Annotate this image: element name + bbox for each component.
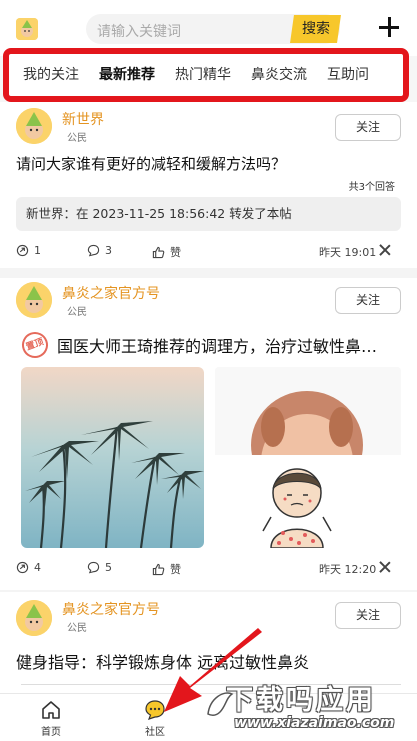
comment-count: 3 xyxy=(105,244,112,257)
app-logo-icon[interactable] xyxy=(16,18,38,40)
cartoon-child-graphic xyxy=(215,455,401,548)
avatar[interactable] xyxy=(16,600,52,636)
cartoon-child-rash-image[interactable] xyxy=(215,455,401,548)
nav-community-label: 社区 xyxy=(145,727,165,738)
author-role: 公民 xyxy=(67,623,87,634)
like-label: 赞 xyxy=(170,563,181,576)
search-button[interactable]: 搜索 xyxy=(290,15,341,43)
search-placeholder: 请输入关键词 xyxy=(97,24,181,40)
like-button[interactable]: 赞 xyxy=(152,561,181,577)
palm-trees-image-graphic xyxy=(21,367,204,548)
post-time: 昨天 12:20 xyxy=(319,563,377,576)
tab-rhinitis-talk[interactable]: 鼻炎交流 xyxy=(241,54,317,96)
watermark-url: www.xiazaimao.com xyxy=(234,715,395,731)
comment-icon xyxy=(87,244,100,257)
close-icon[interactable] xyxy=(379,561,391,573)
like-label: 赞 xyxy=(170,246,181,259)
post-actions: 1 3 赞 昨天 19:01 xyxy=(16,241,401,263)
repost-info[interactable]: 新世界：在 2023-11-25 18:56:42 转发了本帖 xyxy=(16,197,401,231)
answer-count: 共3个回答 xyxy=(348,182,395,193)
author-name[interactable]: 鼻炎之家官方号 xyxy=(62,283,160,303)
author-role: 公民 xyxy=(67,307,87,318)
follow-button[interactable]: 关注 xyxy=(335,114,401,141)
post-actions: 4 5 赞 昨天 12:20 xyxy=(16,558,401,580)
share-count: 1 xyxy=(34,244,41,257)
close-icon[interactable] xyxy=(379,244,391,256)
post-title[interactable]: 请问大家谁有更好的减轻和缓解方法吗？ xyxy=(16,153,286,174)
share-count: 4 xyxy=(34,561,41,574)
add-post-icon[interactable] xyxy=(378,16,400,38)
share-button[interactable]: 1 xyxy=(16,244,41,257)
watermark: 下载吗应用 www.xiazaimao.com xyxy=(204,672,414,738)
divider xyxy=(0,268,417,278)
share-icon xyxy=(16,561,29,574)
comment-icon xyxy=(87,561,100,574)
share-button[interactable]: 4 xyxy=(16,561,41,574)
nav-home-label: 首页 xyxy=(41,727,61,738)
category-tabs-highlight: 我的关注 最新推荐 热门精华 鼻炎交流 互助问 xyxy=(3,48,409,102)
follow-button[interactable]: 关注 xyxy=(335,602,401,629)
category-tabs: 我的关注 最新推荐 热门精华 鼻炎交流 互助问 xyxy=(9,54,379,96)
comment-button[interactable]: 5 xyxy=(87,561,112,574)
tab-my-follow[interactable]: 我的关注 xyxy=(9,54,89,96)
author-name[interactable]: 新世界 xyxy=(62,109,104,129)
child-face-graphic xyxy=(215,367,401,455)
share-icon xyxy=(16,244,29,257)
nav-home[interactable]: 首页 xyxy=(31,699,71,738)
thumbs-up-icon xyxy=(152,563,165,575)
post-card[interactable]: 新世界 公民 关注 请问大家谁有更好的减轻和缓解方法吗？ 共3个回答 新世界：在… xyxy=(0,102,417,268)
child-face-image[interactable] xyxy=(215,367,401,455)
thumbs-up-icon xyxy=(152,246,165,258)
avatar[interactable] xyxy=(16,108,52,144)
post-time: 昨天 19:01 xyxy=(319,246,377,259)
like-button[interactable]: 赞 xyxy=(152,244,181,260)
watermark-title: 下载吗应用 xyxy=(226,685,376,716)
follow-button[interactable]: 关注 xyxy=(335,287,401,314)
post-title[interactable]: 国医大师王琦推荐的调理方，治疗过敏性鼻… xyxy=(57,333,397,357)
author-name[interactable]: 鼻炎之家官方号 xyxy=(62,599,160,619)
avatar[interactable] xyxy=(16,282,52,318)
author-role: 公民 xyxy=(67,133,87,144)
tab-latest-recommend[interactable]: 最新推荐 xyxy=(89,54,165,96)
tab-hot-featured[interactable]: 热门精华 xyxy=(165,54,241,96)
home-icon xyxy=(42,701,60,719)
comment-count: 5 xyxy=(105,561,112,574)
tab-mutual-help[interactable]: 互助问 xyxy=(317,54,379,96)
palm-trees-image[interactable] xyxy=(21,367,204,548)
search-button-label: 搜索 xyxy=(301,21,330,37)
comment-button[interactable]: 3 xyxy=(87,244,112,257)
